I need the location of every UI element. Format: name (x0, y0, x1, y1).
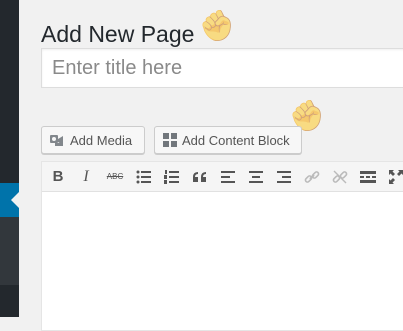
align-center-icon (249, 170, 263, 183)
bold-button[interactable]: B (50, 167, 66, 187)
align-left-button[interactable] (220, 167, 236, 187)
add-content-block-button[interactable]: Add Content Block (154, 126, 302, 154)
blockquote-button[interactable] (192, 167, 208, 187)
read-more-button[interactable] (360, 167, 376, 187)
bulleted-list-icon (136, 170, 151, 183)
media-icon (49, 132, 65, 148)
fullscreen-button[interactable] (388, 167, 403, 187)
link-icon (304, 170, 320, 183)
add-content-block-label: Add Content Block (182, 132, 290, 148)
add-media-label: Add Media (70, 132, 133, 148)
remove-link-button[interactable] (332, 167, 348, 187)
quote-icon (193, 171, 206, 182)
page-title: Add New Page (41, 21, 195, 48)
align-left-icon (221, 170, 235, 183)
grid-icon (163, 133, 177, 147)
align-center-button[interactable] (248, 167, 264, 187)
admin-sidebar (0, 0, 19, 317)
admin-menu-item[interactable] (0, 285, 19, 317)
content-editor[interactable]: B I ABC (41, 161, 403, 331)
align-right-icon (277, 170, 291, 183)
editor-toolbar: B I ABC (42, 162, 403, 192)
fullscreen-icon (389, 169, 403, 184)
post-title-input[interactable] (41, 48, 403, 88)
editor-content-area[interactable] (42, 192, 403, 330)
more-tag-icon (360, 170, 376, 183)
strikethrough-button[interactable]: ABC (106, 167, 124, 187)
italic-button[interactable]: I (78, 167, 94, 187)
add-media-button[interactable]: Add Media (41, 126, 145, 154)
admin-submenu-items[interactable] (0, 217, 19, 285)
watermark: ✊ (195, 5, 240, 48)
numbered-list-icon (164, 169, 179, 184)
insert-link-button[interactable] (304, 167, 320, 187)
numbered-list-button[interactable] (164, 167, 180, 187)
unlink-icon (332, 170, 348, 183)
align-right-button[interactable] (276, 167, 292, 187)
bulleted-list-button[interactable] (136, 167, 152, 187)
current-menu-arrow (11, 192, 19, 208)
